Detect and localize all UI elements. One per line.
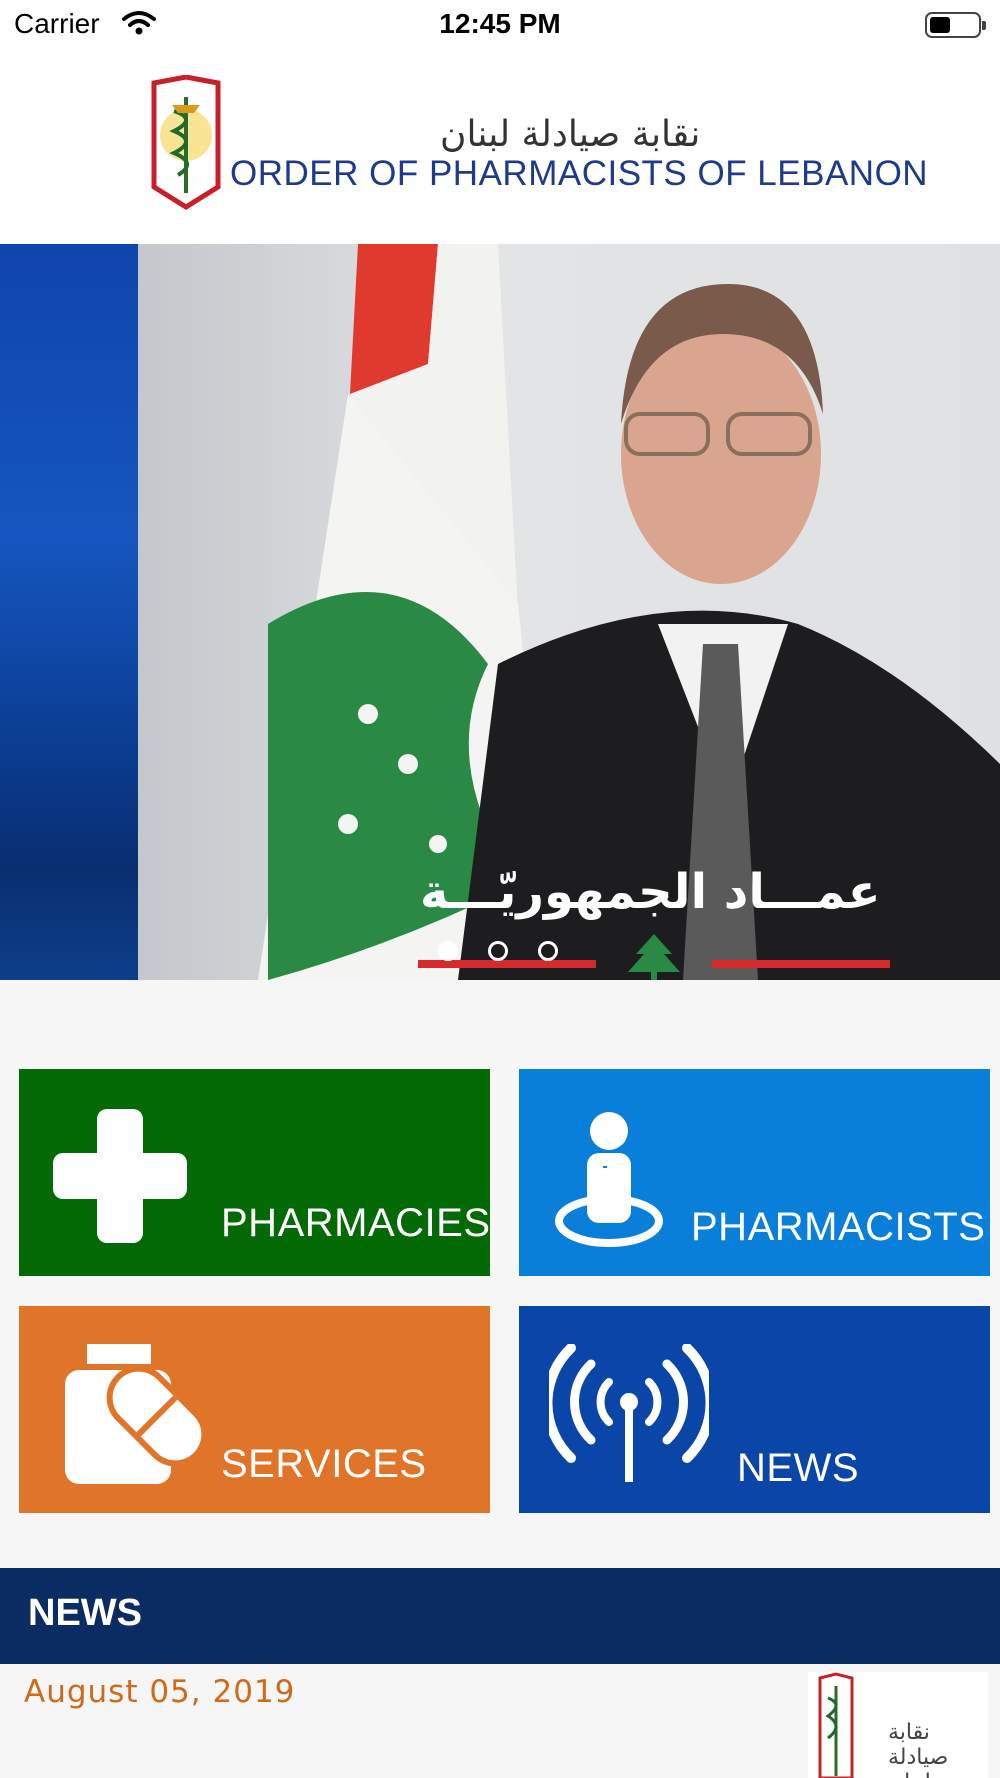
- tile-pharmacies[interactable]: PHARMACIES: [19, 1069, 490, 1276]
- logo-shield-icon: [148, 74, 224, 215]
- logo-english-text: ORDER OF PHARMACISTS OF LEBANON: [230, 154, 929, 193]
- carousel-dot[interactable]: [538, 941, 558, 961]
- caption-underline-left: [418, 960, 596, 968]
- news-date: August 05, 2019: [24, 1674, 296, 1710]
- carousel-dot[interactable]: [438, 941, 458, 961]
- news-section-header: NEWS: [0, 1568, 1000, 1664]
- medicine-icon: [65, 1344, 208, 1488]
- news-thumbnail: نقابة صيادلة لبنان: [808, 1672, 988, 1778]
- tile-services[interactable]: SERVICES: [19, 1306, 490, 1513]
- tile-label: PHARMACISTS: [691, 1205, 986, 1249]
- clock: 12:45 PM: [439, 8, 561, 39]
- battery-icon: [925, 12, 986, 38]
- tile-pharmacists[interactable]: PHARMACISTS: [519, 1069, 990, 1276]
- person-icon: [553, 1111, 665, 1251]
- logo-shield-icon: [818, 1672, 854, 1778]
- news-list-item[interactable]: August 05, 2019 نقابة صيادلة لبنان: [0, 1664, 1000, 1778]
- logo-arabic-text: نقابة صيادلة لبنان: [440, 114, 701, 155]
- slide-caption: عمـــاد الجمهوريّـــة: [420, 864, 881, 920]
- tile-label: NEWS: [737, 1446, 859, 1490]
- carousel-dot[interactable]: [488, 941, 508, 961]
- app-header: نقابة صيادلة لبنان ORDER OF PHARMACISTS …: [0, 50, 1000, 244]
- image-carousel[interactable]: عمـــاد الجمهوريّـــة: [0, 244, 1000, 980]
- news-thumbnail-text: نقابة صيادلة لبنان: [888, 1720, 949, 1778]
- carousel-pagination[interactable]: [438, 941, 558, 961]
- tile-news[interactable]: NEWS: [519, 1306, 990, 1513]
- broadcast-icon: [542, 1343, 716, 1488]
- tile-label: SERVICES: [221, 1442, 427, 1486]
- plus-icon: [53, 1109, 187, 1247]
- tile-label: PHARMACIES: [221, 1201, 491, 1245]
- caption-underline-right: [712, 960, 890, 968]
- previous-slide-edge: [0, 244, 138, 980]
- status-bar: Carrier 12:45 PM: [0, 0, 1000, 50]
- news-section-title: NEWS: [28, 1592, 142, 1634]
- cedar-icon: [626, 934, 682, 980]
